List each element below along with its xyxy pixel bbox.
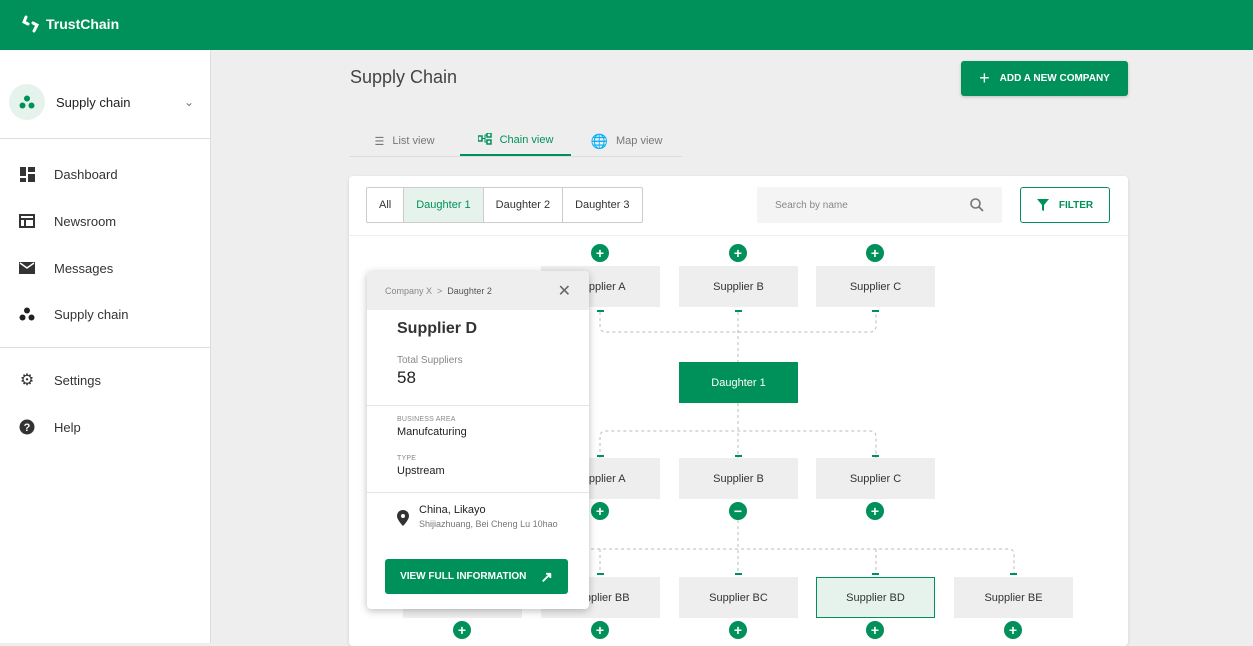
- type-value: Upstream: [397, 465, 445, 477]
- expand-button[interactable]: +: [591, 621, 609, 639]
- expand-button[interactable]: +: [729, 244, 747, 262]
- chain-node[interactable]: Supplier BE: [954, 577, 1073, 618]
- chain-node[interactable]: Supplier C: [816, 458, 935, 499]
- location-address: Shijiazhuang, Bei Cheng Lu 10hao: [419, 519, 558, 529]
- connector-tick: [872, 310, 879, 312]
- connector-tick: [1010, 573, 1017, 575]
- expand-button[interactable]: +: [591, 244, 609, 262]
- expand-button[interactable]: +: [866, 244, 884, 262]
- node-label: Supplier B: [713, 280, 764, 293]
- location-pin-icon: [397, 510, 409, 526]
- connector-tick: [872, 455, 879, 457]
- business-area-value: Manufcaturing: [397, 426, 467, 438]
- view-full-label: VIEW FULL INFORMATION: [400, 571, 527, 582]
- node-label: Daughter 1: [711, 376, 766, 389]
- type-label: TYPE: [397, 455, 417, 462]
- breadcrumb-item[interactable]: Company X: [385, 286, 432, 296]
- node-label: Supplier BC: [709, 591, 768, 604]
- chain-node[interactable]: Supplier B: [679, 458, 798, 499]
- connector-tick: [597, 310, 604, 312]
- supplier-name: Supplier D: [397, 320, 478, 337]
- breadcrumb: Company X > Daughter 2: [385, 285, 492, 296]
- node-label: Supplier C: [849, 472, 902, 485]
- expand-button[interactable]: +: [1004, 621, 1022, 639]
- expand-button[interactable]: +: [729, 621, 747, 639]
- chain-node-daughter[interactable]: Daughter 1: [679, 362, 798, 403]
- node-label: Supplier BE: [984, 591, 1043, 604]
- node-label: Supplier B: [713, 472, 764, 485]
- total-suppliers-label: Total Suppliers: [397, 355, 463, 366]
- card-header: Company X > Daughter 2 ✕: [367, 271, 589, 310]
- expand-button[interactable]: +: [866, 621, 884, 639]
- chain-node[interactable]: Supplier B: [679, 266, 798, 307]
- location: China, Likayo Shijiazhuang, Bei Cheng Lu …: [367, 493, 589, 540]
- node-label: Supplier C: [849, 280, 902, 293]
- supplier-detail-card: Company X > Daughter 2 ✕ Supplier D Tota…: [367, 271, 589, 609]
- chain-node[interactable]: Supplier BC: [679, 577, 798, 618]
- connector-tick: [597, 573, 604, 575]
- connector-tick: [597, 455, 604, 457]
- business-area-label: BUSINESS AREA: [397, 416, 456, 423]
- breadcrumb-item[interactable]: Daughter 2: [447, 286, 492, 296]
- expand-button[interactable]: +: [866, 502, 884, 520]
- connector-tick: [735, 310, 742, 312]
- connector-tick: [735, 455, 742, 457]
- location-city: China, Likayo: [419, 504, 486, 516]
- total-suppliers-value: 58: [397, 368, 416, 387]
- expand-button[interactable]: +: [591, 502, 609, 520]
- expand-button[interactable]: +: [453, 621, 471, 639]
- chain-node[interactable]: Supplier C: [816, 266, 935, 307]
- view-full-information-button[interactable]: VIEW FULL INFORMATION ↗: [385, 559, 568, 594]
- chain-node[interactable]: Supplier BD: [816, 577, 935, 618]
- connector-tick: [735, 573, 742, 575]
- arrow-up-right-icon: ↗: [540, 568, 553, 586]
- node-label: Supplier BD: [846, 591, 905, 604]
- close-icon[interactable]: ✕: [558, 281, 571, 301]
- chain-connectors: [456, 312, 1015, 573]
- collapse-button[interactable]: −: [729, 502, 747, 520]
- connector-tick: [872, 573, 879, 575]
